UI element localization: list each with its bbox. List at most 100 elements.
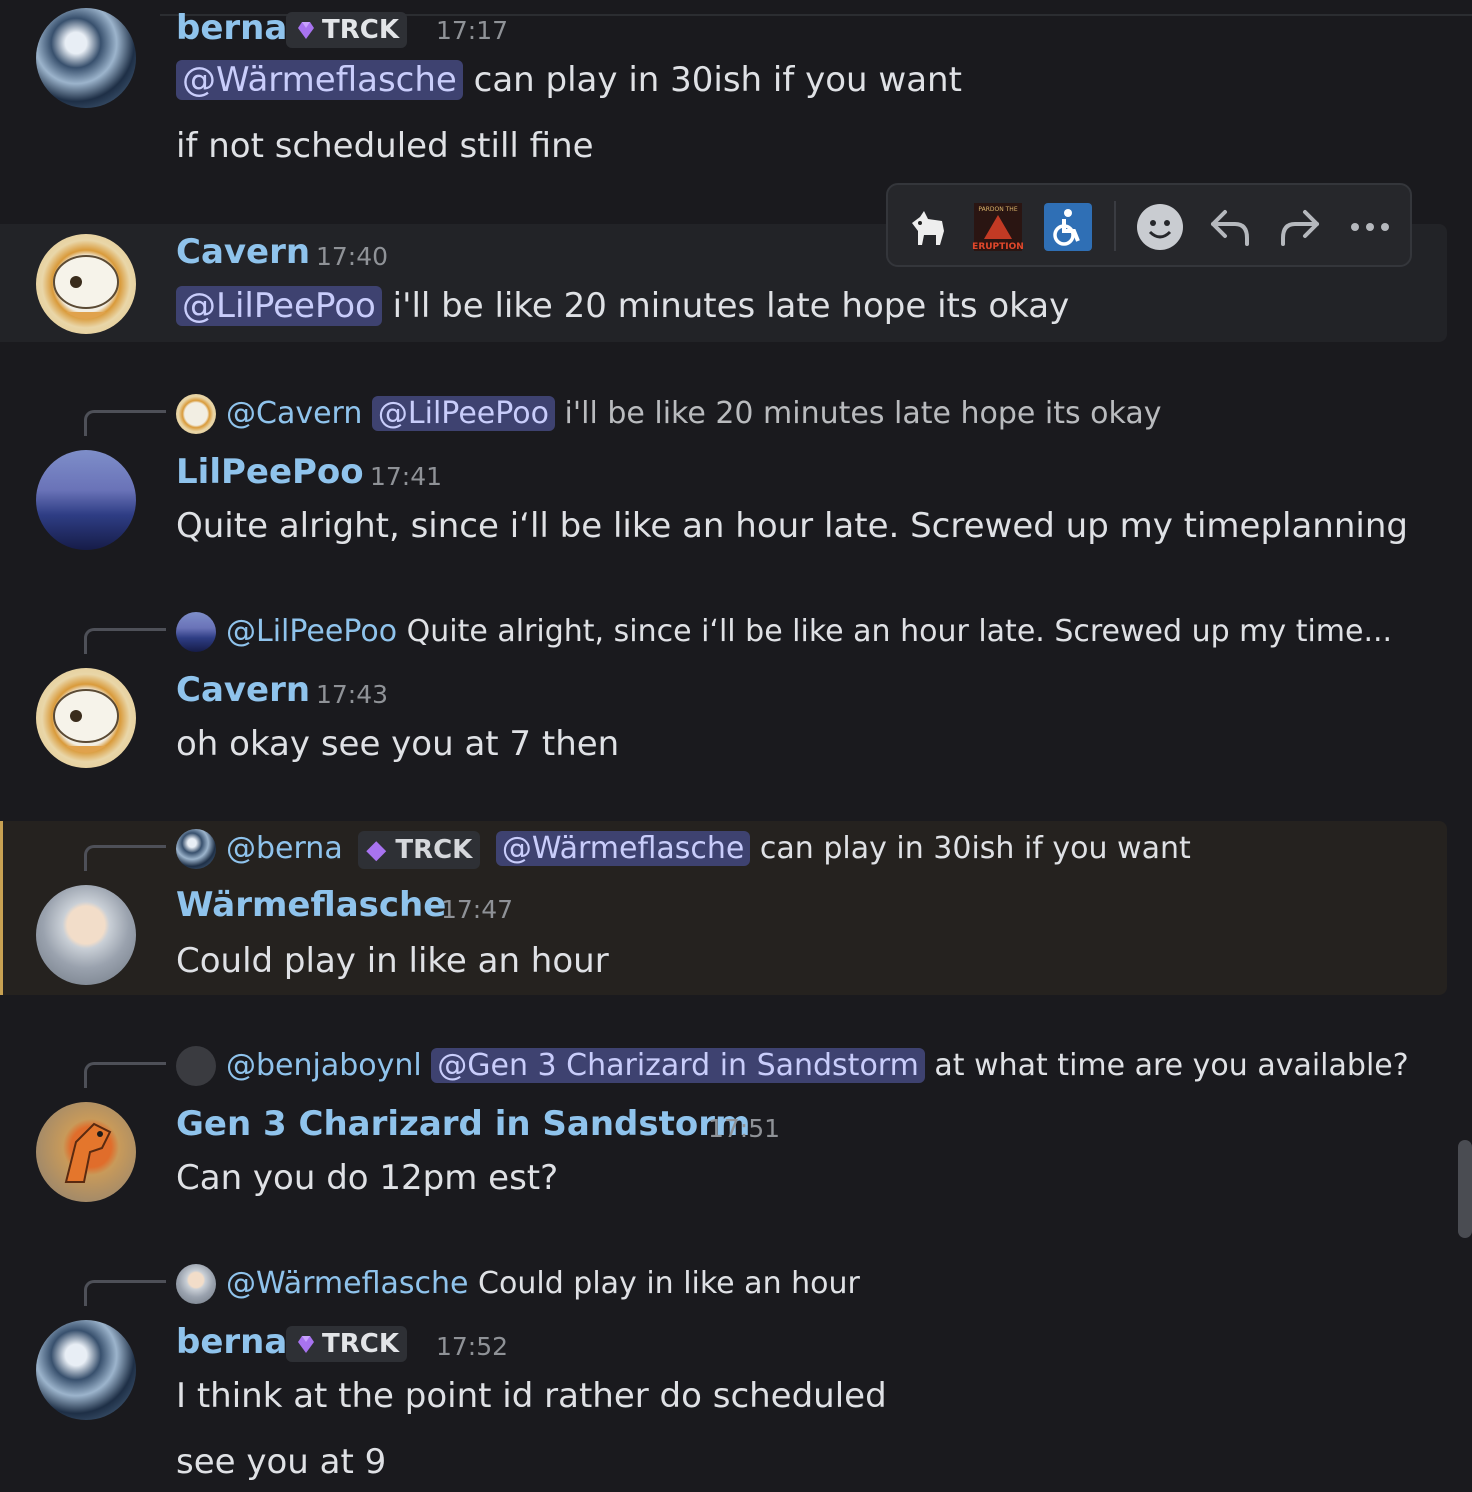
- reply-username[interactable]: @Wärmeflasche: [226, 1266, 469, 1301]
- avatar-cavern[interactable]: [36, 668, 136, 768]
- user-mention[interactable]: @LilPeePoo: [176, 286, 382, 326]
- amethyst-icon: [294, 1332, 318, 1356]
- user-mention[interactable]: @LilPeePoo: [371, 396, 555, 431]
- timestamp[interactable]: 17:43: [316, 680, 388, 709]
- username[interactable]: LilPeePoo: [176, 452, 364, 492]
- avatar-charizard[interactable]: [36, 1102, 136, 1202]
- user-mention[interactable]: @Wärmeflasche: [176, 60, 463, 100]
- user-mention[interactable]: @Gen 3 Charizard in Sandstorm: [431, 1048, 925, 1083]
- reply-spine: [84, 1280, 166, 1306]
- reply-snippet: can play in 30ish if you want: [759, 831, 1191, 866]
- eruption-emoji-reaction[interactable]: PARDON THE ERUPTION: [970, 199, 1026, 255]
- message-text: i'll be like 20 minutes late hope its ok…: [392, 286, 1070, 326]
- reply-spine: [84, 845, 166, 871]
- message-berna-1752[interactable]: @Wärmeflasche Could play in like an hour…: [0, 1262, 1447, 1492]
- message-content: Quite alright, since i‘ll be like an hou…: [176, 506, 1408, 546]
- avatar-berna[interactable]: [36, 8, 136, 108]
- forward-button[interactable]: [1272, 199, 1328, 255]
- message-lilpeepoo-1741[interactable]: @Cavern @LilPeePoo i'll be like 20 minut…: [0, 392, 1447, 562]
- svg-text:ERUPTION: ERUPTION: [972, 242, 1024, 252]
- reply-username[interactable]: @benjaboynl: [226, 1048, 422, 1083]
- reply-avatar: [176, 1046, 216, 1086]
- message-actions-toolbar: PARDON THE ERUPTION: [886, 183, 1412, 267]
- avatar-lilpeepoo[interactable]: [36, 450, 136, 550]
- reply-preview[interactable]: @LilPeePoo Quite alright, since i‘ll be …: [84, 612, 1444, 654]
- scrollbar-thumb[interactable]: [1458, 1140, 1472, 1238]
- timestamp[interactable]: 17:47: [441, 895, 513, 924]
- eruption-icon: PARDON THE ERUPTION: [972, 203, 1024, 252]
- message-content: @Wärmeflasche can play in 30ish if you w…: [176, 60, 962, 100]
- message-text: can play in 30ish if you want: [473, 60, 962, 100]
- user-mention[interactable]: @Wärmeflasche: [495, 831, 751, 866]
- message-warmeflasche-1747[interactable]: @berna ◆ TRCK @Wärmeflasche can play in …: [0, 821, 1447, 995]
- username[interactable]: Wärmeflasche: [176, 885, 446, 925]
- reply-button[interactable]: [1202, 199, 1258, 255]
- avatar-warmeflasche[interactable]: [36, 885, 136, 985]
- add-reaction-button[interactable]: [1132, 199, 1188, 255]
- reply-avatar: [176, 1264, 216, 1304]
- reply-snippet: Could play in like an hour: [478, 1266, 860, 1301]
- reply-preview[interactable]: @Cavern @LilPeePoo i'll be like 20 minut…: [84, 394, 1444, 436]
- reply-text: @benjaboynl @Gen 3 Charizard in Sandstor…: [226, 1046, 1409, 1086]
- username[interactable]: berna: [176, 8, 287, 48]
- wheelchair-icon: [1044, 203, 1092, 251]
- reply-text: @berna ◆ TRCK @Wärmeflasche can play in …: [226, 829, 1191, 869]
- username[interactable]: Cavern: [176, 670, 310, 710]
- message-content-line: see you at 9: [176, 1442, 387, 1482]
- message-content: I think at the point id rather do schedu…: [176, 1376, 887, 1416]
- amethyst-icon: ◆: [366, 835, 387, 865]
- reply-username[interactable]: @berna: [226, 831, 343, 866]
- reply-spine: [84, 410, 166, 436]
- reply-preview[interactable]: @Wärmeflasche Could play in like an hour: [84, 1264, 1444, 1306]
- reply-snippet: at what time are you available?: [934, 1048, 1409, 1083]
- timestamp[interactable]: 17:40: [316, 242, 388, 271]
- reply-snippet: i'll be like 20 minutes late hope its ok…: [564, 396, 1162, 431]
- forward-icon: [1281, 210, 1319, 246]
- reply-username[interactable]: @LilPeePoo: [226, 614, 397, 649]
- goat-emoji-reaction[interactable]: [900, 199, 956, 255]
- more-button[interactable]: [1342, 199, 1398, 255]
- message-cavern-1743[interactable]: @LilPeePoo Quite alright, since i‘ll be …: [0, 610, 1447, 790]
- ellipsis-icon: [1351, 223, 1389, 231]
- tag-label: TRCK: [322, 1329, 399, 1359]
- username[interactable]: Gen 3 Charizard in Sandstorm: [176, 1104, 750, 1144]
- message-charizard-1751[interactable]: @benjaboynl @Gen 3 Charizard in Sandstor…: [0, 1044, 1447, 1224]
- reply-spine: [84, 628, 166, 654]
- username[interactable]: berna: [176, 1322, 287, 1362]
- message-berna-1717[interactable]: berna TRCK 17:17 @Wärmeflasche can play …: [0, 0, 1447, 200]
- accessibility-emoji-reaction[interactable]: [1040, 199, 1096, 255]
- reply-snippet: Quite alright, since i‘ll be like an hou…: [406, 614, 1393, 649]
- tag-label: TRCK: [395, 835, 473, 865]
- message-content: Could play in like an hour: [176, 941, 609, 981]
- message-content-line: if not scheduled still fine: [176, 126, 594, 166]
- server-tag[interactable]: TRCK: [286, 12, 407, 48]
- reply-text: @Cavern @LilPeePoo i'll be like 20 minut…: [226, 394, 1161, 434]
- timestamp[interactable]: 17:41: [370, 462, 442, 491]
- reply-text: @Wärmeflasche Could play in like an hour: [226, 1264, 860, 1304]
- amethyst-icon: [294, 18, 318, 42]
- timestamp[interactable]: 17:52: [436, 1332, 508, 1361]
- reply-avatar: [176, 394, 216, 434]
- reply-avatar: [176, 612, 216, 652]
- toolbar-divider: [1114, 201, 1116, 251]
- reply-avatar: [176, 829, 216, 869]
- smiley-icon: [1137, 204, 1183, 250]
- message-content: oh okay see you at 7 then: [176, 724, 620, 764]
- tag-label: TRCK: [322, 15, 399, 45]
- username[interactable]: Cavern: [176, 232, 310, 272]
- reply-text: @LilPeePoo Quite alright, since i‘ll be …: [226, 612, 1392, 652]
- server-tag[interactable]: TRCK: [286, 1326, 407, 1362]
- timestamp[interactable]: 17:17: [436, 16, 508, 45]
- reply-username[interactable]: @Cavern: [226, 396, 362, 431]
- goat-icon: [912, 211, 944, 245]
- reply-icon: [1211, 210, 1249, 246]
- server-tag[interactable]: ◆ TRCK: [358, 831, 481, 869]
- reply-preview[interactable]: @berna ◆ TRCK @Wärmeflasche can play in …: [84, 829, 1444, 871]
- svg-text:PARDON THE: PARDON THE: [978, 206, 1017, 213]
- message-content: Can you do 12pm est?: [176, 1158, 559, 1198]
- reply-spine: [84, 1062, 166, 1088]
- timestamp[interactable]: 17:51: [708, 1114, 780, 1143]
- avatar-berna[interactable]: [36, 1320, 136, 1420]
- avatar-cavern[interactable]: [36, 234, 136, 334]
- reply-preview[interactable]: @benjaboynl @Gen 3 Charizard in Sandstor…: [84, 1046, 1444, 1088]
